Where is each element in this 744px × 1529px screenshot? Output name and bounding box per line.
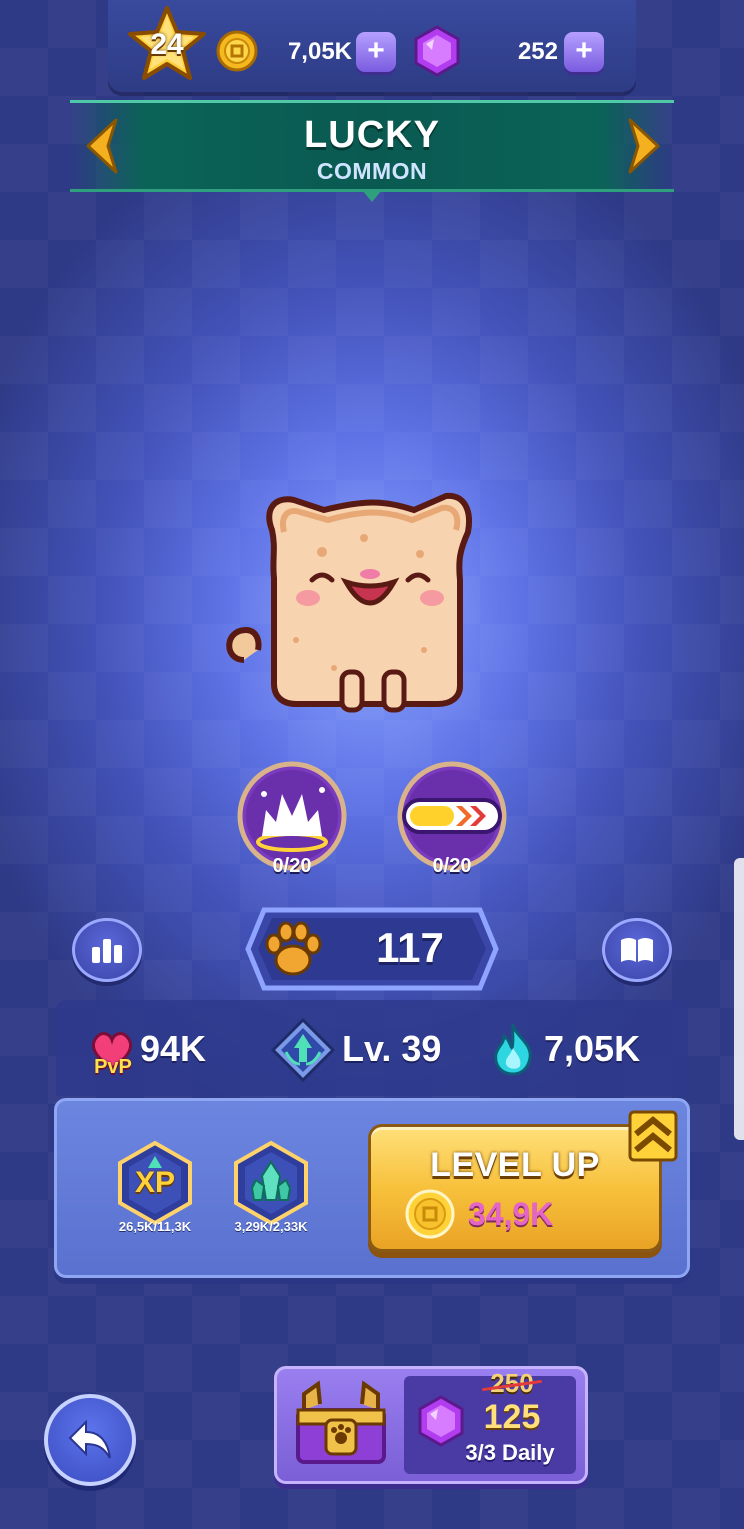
crystal-upgrade-icon[interactable] [232,1140,310,1226]
plus-icon: + [367,34,385,67]
bar-chart-icon [92,939,122,963]
level-up-cost: 34,9K [468,1196,554,1232]
plus-icon: + [575,34,593,67]
gem-icon [414,25,460,77]
fire-power-icon [494,1024,532,1076]
gems-value: 252 [517,38,558,65]
fire-power-value: 7,05K [544,1028,641,1069]
guide-book-button[interactable] [602,918,672,982]
toast-cat-character[interactable] [224,490,484,720]
background-pattern [0,0,744,1529]
scrollbar[interactable] [734,858,744,1140]
speed-bar-skill-progress: 0/20 [432,855,472,877]
treasure-chest-icon [296,1380,386,1464]
pvp-label: PvP [94,1056,132,1078]
rank-emblem-icon [270,1018,336,1082]
back-arrow-icon [68,1419,111,1459]
paw-count: 117 [376,924,444,971]
character-level-value: Lv. 39 [342,1028,442,1069]
next-character-arrow-icon[interactable] [622,116,666,176]
previous-character-arrow-icon[interactable] [80,116,124,176]
daily-limit: 3/3 Daily [465,1440,555,1465]
stats-button[interactable] [72,918,142,982]
crystal-progress: 3,29K/2,33K [234,1219,308,1234]
xp-progress: 26,5K/11,3K [118,1219,192,1234]
coin-icon [405,1189,455,1239]
player-level: 24 [150,28,184,61]
level-up-label: LEVEL UP [430,1146,600,1184]
book-icon [621,938,653,962]
add-coins-button[interactable]: + [356,32,396,72]
back-button[interactable] [44,1394,136,1486]
banner-notch [362,190,382,202]
add-gems-button[interactable]: + [564,32,604,72]
coins-value: 7,05K [287,38,352,65]
character-rarity: COMMON [316,158,428,184]
discount-price: 125 [483,1398,541,1436]
coin-icon [216,30,258,72]
burst-skill-progress: 0/20 [272,855,312,877]
paw-icon [265,921,322,976]
upgrade-chevron-icon [628,1110,678,1162]
xp-label: XP [134,1166,176,1199]
character-name: LUCKY [304,114,440,156]
pvp-power-value: 94K [140,1028,207,1069]
